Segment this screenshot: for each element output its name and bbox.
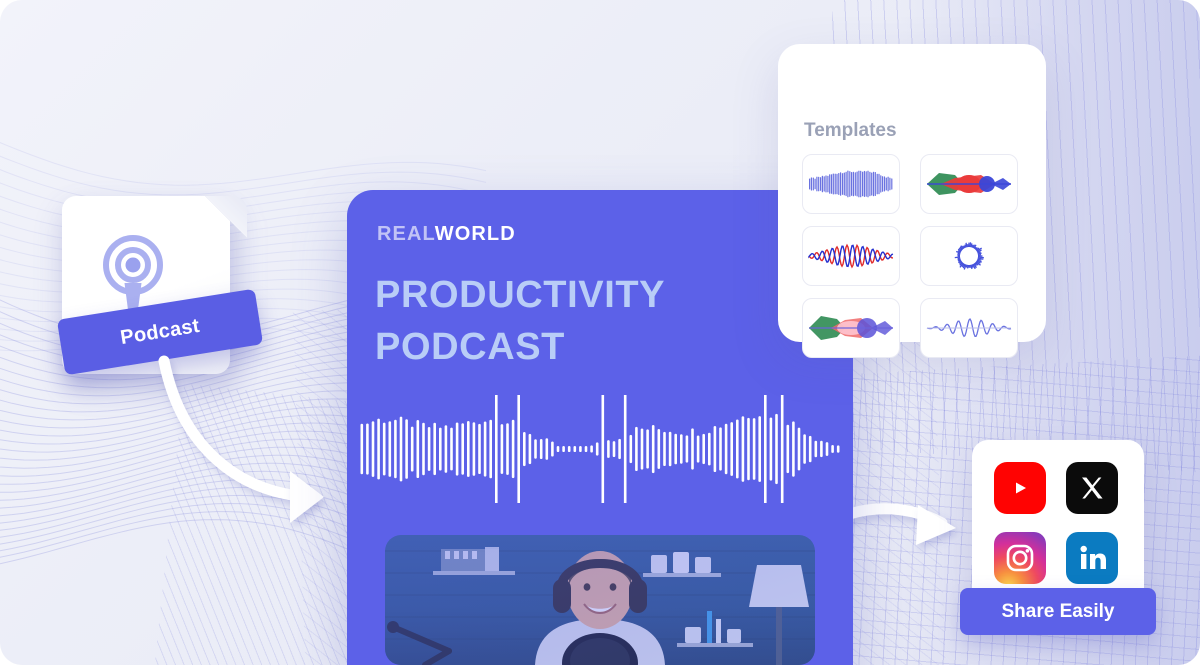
linkedin-icon[interactable]: [1066, 532, 1118, 584]
social-icons-grid: [994, 462, 1118, 584]
podcast-file-icon[interactable]: Podcast: [56, 196, 264, 391]
brand-logo: REALWORLD: [377, 223, 516, 246]
audio-waveform-bars: [360, 395, 840, 503]
brand-first-word: REAL: [377, 223, 435, 245]
podcast-ribbon-label: Podcast: [118, 314, 202, 349]
templates-panel[interactable]: Templates: [778, 44, 1046, 358]
template-sine-waveform[interactable]: [802, 226, 900, 286]
brand-second-word: WORLD: [434, 223, 516, 245]
promo-illustration: Podcast REALWORLD PRODUCTIVITY PODCAST T…: [0, 0, 1200, 665]
share-ribbon-label: Share Easily: [1001, 600, 1115, 622]
share-ribbon: Share Easily: [960, 588, 1156, 635]
share-panel[interactable]: Share Easily: [960, 440, 1156, 665]
templates-title: Templates: [804, 120, 897, 141]
card-title: PRODUCTIVITY PODCAST: [375, 274, 665, 368]
template-gradient-blob[interactable]: [802, 298, 900, 358]
template-bar-waveform[interactable]: [802, 154, 900, 214]
templates-grid: [802, 154, 1018, 358]
template-line-waveform[interactable]: [920, 298, 1018, 358]
template-blob-waveform[interactable]: [920, 154, 1018, 214]
template-circular-waveform[interactable]: [920, 226, 1018, 286]
instagram-icon[interactable]: [994, 532, 1046, 584]
x-twitter-icon[interactable]: [1066, 462, 1118, 514]
youtube-icon[interactable]: [994, 462, 1046, 514]
file-corner-fold-line: [205, 196, 247, 238]
podcast-host-video-thumbnail[interactable]: [385, 535, 815, 665]
